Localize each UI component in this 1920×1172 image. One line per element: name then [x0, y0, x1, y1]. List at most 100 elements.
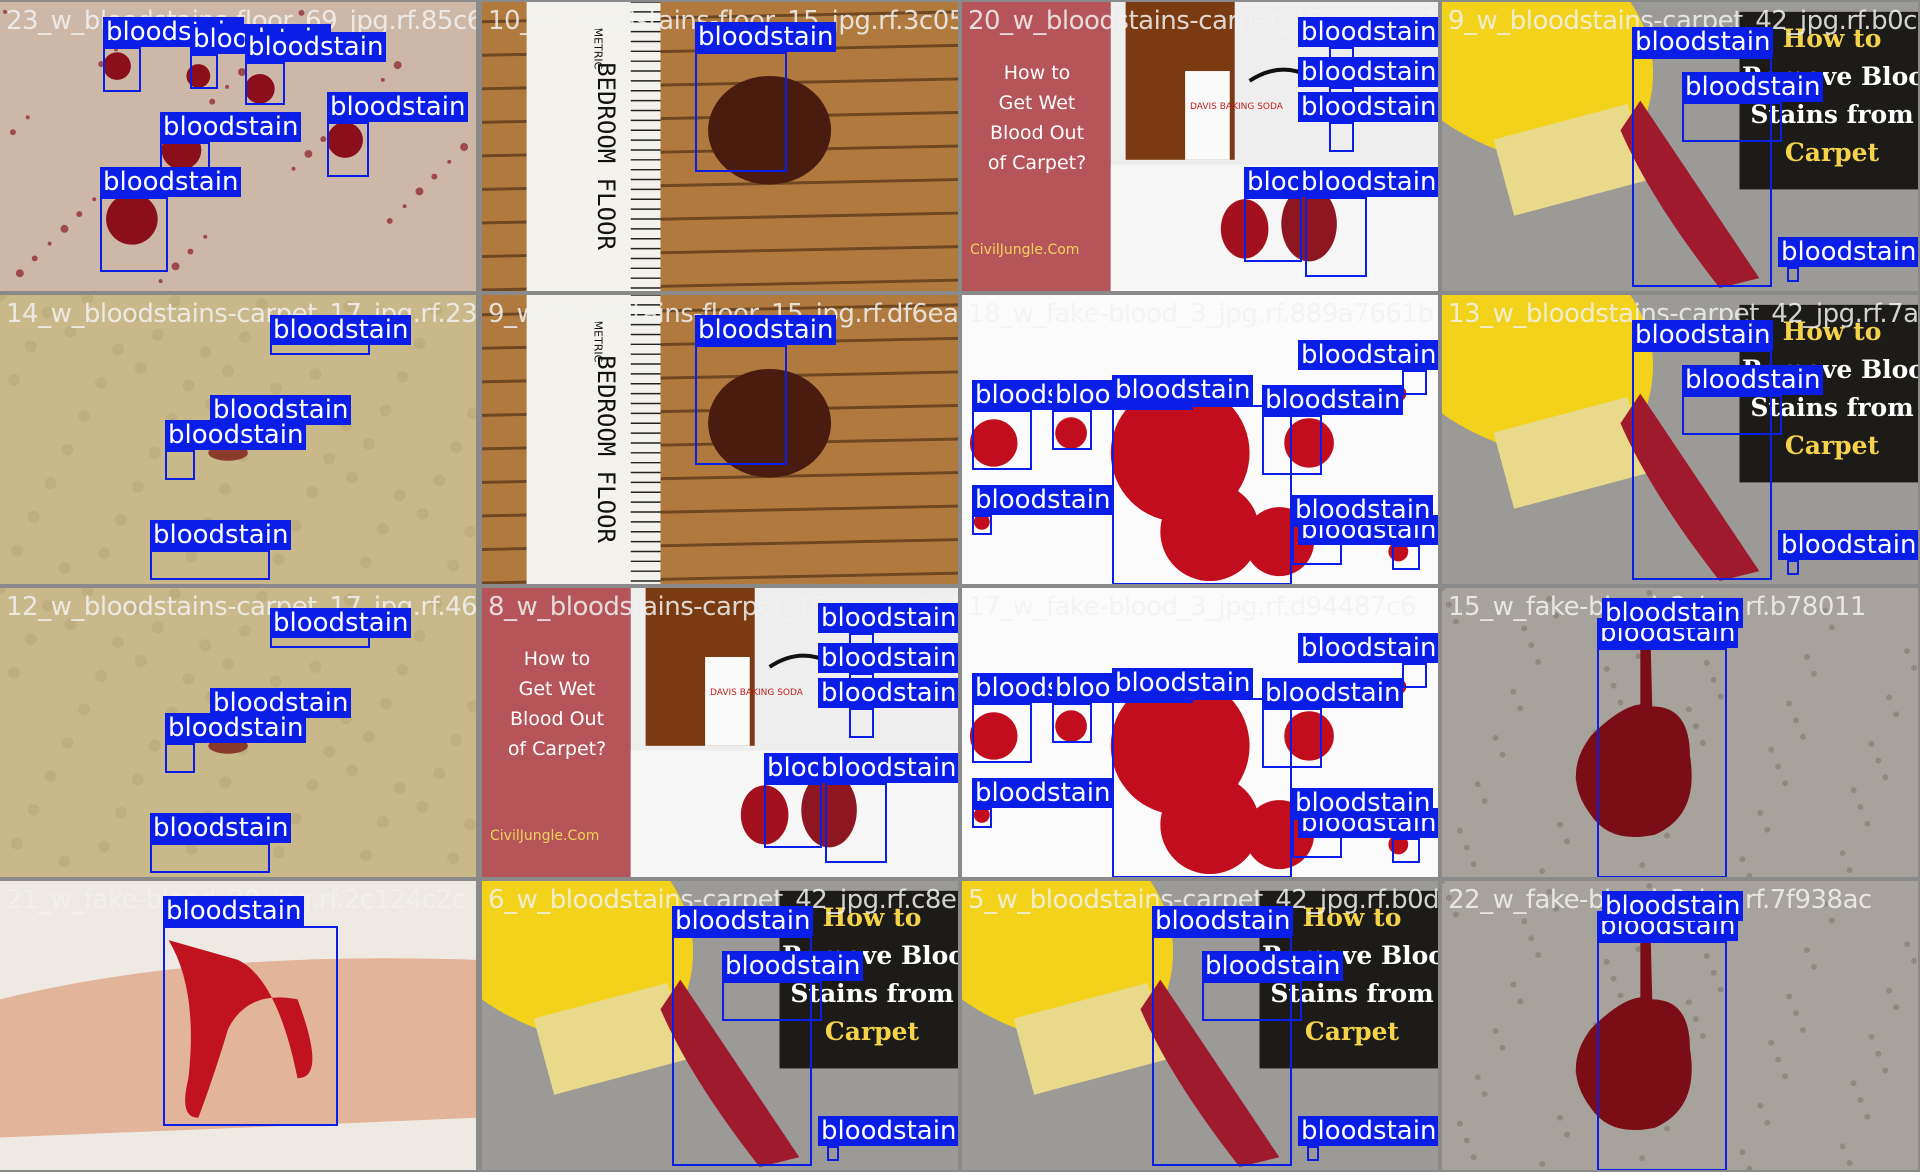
aggregate-speck	[1470, 1154, 1477, 1161]
carpet-tuft	[44, 770, 57, 783]
carpet-tuft	[134, 362, 147, 374]
poster-text-line: How to	[1003, 62, 1071, 84]
aggregate-speck	[1875, 1050, 1882, 1057]
carpet-tuft	[98, 547, 111, 560]
poster-text-line: How to	[523, 648, 591, 670]
aggregate-speck	[1470, 861, 1477, 868]
carpet-tuft	[134, 655, 147, 667]
bounding-box	[825, 783, 887, 863]
carpet-tuft	[413, 337, 426, 350]
carpet-tuft	[376, 522, 389, 535]
blood-speck	[158, 279, 163, 284]
bounding-box-label: bloodstain	[1298, 340, 1438, 370]
carpet-tuft	[272, 553, 285, 566]
poster-site-credit: CivilJungle.Com	[490, 828, 600, 844]
aggregate-speck	[1799, 1026, 1806, 1033]
carpet-tuft	[10, 837, 23, 850]
detection-tile: 23_w_bloodstains-floor_69_jpg.rf.85c6310…	[0, 2, 476, 291]
aggregate-speck	[1886, 694, 1893, 701]
bounding-box	[1787, 267, 1799, 282]
bounding-box-label: bloodstain	[1632, 27, 1774, 57]
aggregate-speck	[1803, 947, 1810, 954]
aggregate-speck	[1492, 734, 1499, 741]
blood-speck	[415, 187, 424, 196]
aggregate-speck	[1764, 1119, 1771, 1126]
carpet-tuft	[323, 452, 336, 465]
image-filename: 17_w_fake-blood_3_jpg.rf.d94487c6	[968, 592, 1416, 622]
bounding-box-label: bloodstain	[1298, 167, 1438, 197]
carpet-tuft	[447, 852, 460, 865]
carpet-tuft	[309, 367, 322, 380]
poster-text-line: of Carpet?	[507, 738, 607, 760]
blood-speck	[76, 211, 83, 218]
carpet-tuft	[151, 328, 164, 341]
bounding-box	[972, 808, 992, 828]
carpet-tuft	[238, 331, 251, 344]
detection-tile: BEDROOM FLOOR METRIC 10_w_bloodstains-floo…	[482, 2, 958, 291]
bounding-box	[150, 843, 270, 873]
carpet-tuft	[362, 731, 375, 743]
detection-tile: How toRemove BloodStains fromCarpet9_w_b…	[1442, 2, 1918, 291]
aggregate-speck	[1893, 1004, 1900, 1011]
detection-tile: How toRemove BloodStains fromCarpet5_w_b…	[962, 881, 1438, 1170]
carpet-tuft	[10, 544, 23, 557]
detection-tile: 18_w_fake-blood_3_jpg.rf.889a7661b1 blood…	[962, 295, 1438, 584]
carpet-tuft	[238, 624, 251, 637]
aggregate-speck	[1893, 711, 1900, 718]
blood-speck	[187, 248, 194, 255]
carpet-tuft	[413, 630, 426, 643]
ruler-room-text: BEDROOM FLOOR	[591, 355, 620, 543]
aggregate-speck	[1775, 763, 1782, 770]
aggregate-speck	[1875, 757, 1882, 764]
carpet-tuft	[447, 559, 460, 572]
aggregate-speck	[1864, 820, 1871, 827]
aggregate-speck	[1868, 1033, 1875, 1040]
bounding-box-label: bloodstain	[695, 315, 837, 345]
bounding-box	[827, 1146, 839, 1161]
carpet-tuft	[269, 382, 282, 395]
bounding-box	[1392, 838, 1420, 863]
carpet-tuft	[393, 782, 406, 795]
carpet-tuft	[24, 633, 37, 646]
bounding-box	[100, 197, 168, 272]
bounding-box-label: bloodstain	[1262, 678, 1404, 708]
carpet-tuft	[222, 658, 235, 670]
bounding-box	[972, 515, 992, 535]
bounding-box-label: bloodstain	[1778, 530, 1918, 560]
aggregate-speck	[1463, 844, 1470, 851]
blood-speck	[393, 61, 402, 70]
blood-speck	[320, 136, 327, 143]
carpet-tuft	[379, 404, 392, 417]
baking-soda-label: DAVIS BAKING SODA	[1190, 102, 1283, 112]
aggregate-speck	[1864, 1113, 1871, 1120]
blood-speck	[209, 98, 216, 105]
carpet-tuft	[393, 489, 406, 502]
aggregate-speck	[1768, 746, 1775, 753]
detection-tile: 21_w_fake-blood_20_jpg.rf.2c124c2cbloods…	[0, 881, 476, 1170]
carpet-tuft	[346, 471, 358, 484]
aggregate-speck	[1904, 941, 1911, 948]
aggregate-speck	[1828, 917, 1835, 924]
bounding-box	[1262, 415, 1322, 475]
carpet-tuft	[58, 562, 71, 575]
aggregate-speck	[1886, 987, 1893, 994]
carpet-tuft	[346, 764, 358, 777]
carpet-tuft	[61, 736, 74, 749]
carpet-tuft	[95, 376, 108, 389]
bounding-box	[1305, 197, 1367, 277]
blood-speck	[9, 129, 16, 136]
aggregate-speck	[1535, 659, 1542, 665]
blood-speck	[31, 255, 38, 262]
blood-speck	[431, 173, 438, 180]
carpet-tuft	[131, 480, 144, 493]
bounding-box-label: bloodstain	[245, 32, 387, 62]
blood-speck	[460, 143, 469, 151]
bounding-box	[1597, 648, 1727, 877]
blood-speck	[15, 269, 24, 278]
poster-text-line: Get Wet	[518, 678, 596, 700]
blood-speck	[447, 159, 452, 164]
aggregate-speck	[1839, 850, 1846, 857]
carpet-tuft	[112, 343, 124, 356]
aggregate-speck	[1499, 751, 1506, 758]
aggregate-speck	[1793, 1010, 1799, 1017]
